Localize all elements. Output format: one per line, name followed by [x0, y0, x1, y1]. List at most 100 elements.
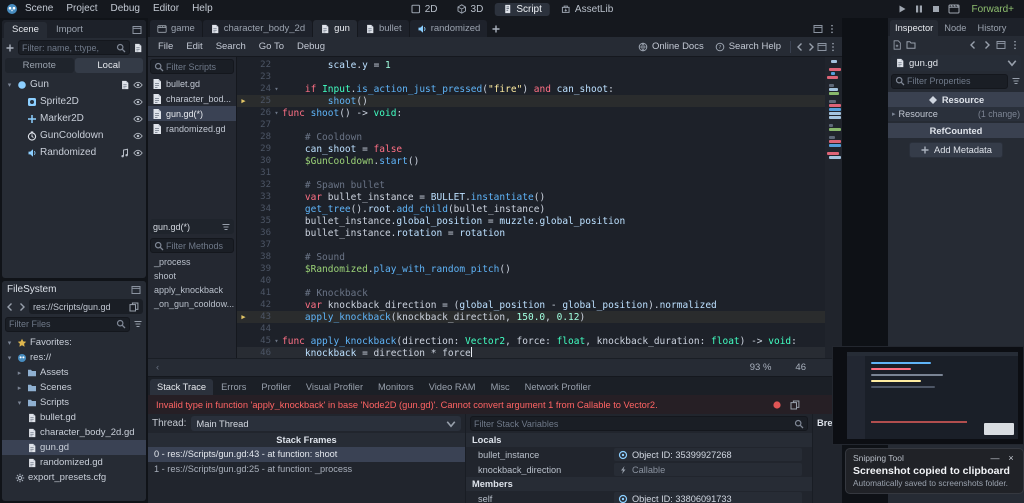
visibility-icon[interactable] — [133, 97, 143, 107]
workspace-assetlib-button[interactable]: AssetLib — [553, 3, 621, 16]
code-line[interactable]: 34 get_tree().root.add_child(bullet_inst… — [237, 203, 825, 215]
code-line[interactable]: 23 — [237, 71, 825, 83]
fs-item-scenes[interactable]: ▸ Scenes — [2, 380, 146, 395]
code-text[interactable]: apply_knockback(knockback_direction, 150… — [282, 312, 825, 323]
scene-tab-gun[interactable]: gun — [313, 20, 357, 37]
files-filter-field[interactable] — [9, 319, 114, 329]
copy-error-icon[interactable] — [790, 400, 800, 410]
menu-scene[interactable]: Scene — [19, 0, 59, 18]
code-line[interactable]: 27 — [237, 119, 825, 131]
fs-item-export-presets[interactable]: export_presets.cfg — [2, 470, 146, 485]
history-forward-icon[interactable] — [17, 302, 27, 312]
code-line[interactable]: 42 var knockback_direction = (global_pos… — [237, 299, 825, 311]
scene-tab-bullet[interactable]: bullet — [358, 20, 409, 37]
code-line[interactable]: 24▾ if Input.is_action_just_pressed("fir… — [237, 83, 825, 95]
code-lines[interactable]: 22 scale.y = 12324▾ if Input.is_action_j… — [237, 57, 825, 358]
code-line[interactable]: ▶25 shoot() — [237, 95, 825, 107]
tab-inspector[interactable]: Inspector — [890, 20, 938, 36]
stop-icon[interactable] — [931, 4, 941, 14]
tab-node[interactable]: Node — [939, 20, 971, 36]
variable-value[interactable]: Object ID: 35399927268 — [614, 448, 802, 461]
sort-files-icon[interactable] — [133, 319, 143, 329]
workspace-2d-button[interactable]: 2D — [403, 3, 446, 16]
movie-maker-icon[interactable] — [948, 3, 960, 15]
add-metadata-button[interactable]: Add Metadata — [909, 142, 1003, 158]
visibility-icon[interactable] — [133, 114, 143, 124]
play-icon[interactable] — [897, 4, 907, 14]
variable-value[interactable]: Callable — [614, 463, 802, 476]
collapse-caret[interactable]: ▾ — [15, 399, 24, 407]
collapse-caret[interactable]: ▾ — [5, 354, 14, 362]
filter-scripts-field[interactable] — [166, 62, 230, 72]
code-line[interactable]: 29 can_shoot = false — [237, 143, 825, 155]
tab-errors[interactable]: Errors — [214, 379, 253, 395]
tab-scene[interactable]: Scene — [4, 22, 47, 38]
files-filter-input[interactable] — [5, 317, 130, 332]
dock-options-icon[interactable] — [131, 285, 141, 295]
collapse-caret[interactable]: ▾ — [5, 339, 14, 347]
code-text[interactable]: # Sound — [282, 252, 825, 263]
script-forward-icon[interactable] — [806, 42, 816, 52]
local-button[interactable]: Local — [75, 58, 144, 73]
method-item[interactable]: apply_knockback — [148, 283, 236, 297]
scene-node-sprite2d[interactable]: Sprite2D — [2, 93, 146, 110]
thread-dropdown[interactable]: Main Thread — [191, 416, 461, 431]
code-line[interactable]: 40 — [237, 275, 825, 287]
code-text[interactable]: can_shoot = false — [282, 144, 825, 155]
fs-item-scripts[interactable]: ▾ Scripts — [2, 395, 146, 410]
script-back-icon[interactable] — [795, 42, 805, 52]
variable-value[interactable]: Object ID: 33806091733 — [614, 492, 802, 503]
scene-tab-game[interactable]: game — [150, 20, 202, 37]
tab-list-icon[interactable] — [827, 24, 837, 34]
code-line[interactable]: 44 — [237, 323, 825, 335]
search-help-button[interactable]: ?Search Help — [710, 41, 786, 52]
h-scrollbar[interactable]: ‹ — [154, 362, 159, 373]
break-indicator-icon[interactable] — [772, 400, 782, 410]
members-section-header[interactable]: Members — [466, 477, 812, 491]
history-back-icon[interactable] — [968, 40, 978, 50]
workspace-script-button[interactable]: Script — [494, 3, 550, 16]
visibility-icon[interactable] — [133, 131, 143, 141]
variable-row[interactable]: self Object ID: 33806091733 — [466, 491, 812, 503]
code-minimap[interactable] — [825, 57, 842, 358]
script-icon[interactable] — [120, 80, 130, 90]
zoom-level[interactable]: 93 % — [750, 362, 772, 373]
copy-path-icon[interactable] — [129, 302, 139, 312]
pause-icon[interactable] — [914, 4, 924, 14]
workspace-3d-button[interactable]: 3D — [449, 3, 492, 16]
fs-item-res[interactable]: ▾ res:// — [2, 350, 146, 365]
fold-caret-icon[interactable]: ▾ — [271, 85, 282, 93]
menu-edit[interactable]: Edit — [180, 41, 208, 52]
tab-video-ram[interactable]: Video RAM — [422, 379, 483, 395]
filter-stack-variables-field[interactable] — [474, 419, 792, 429]
tab-stack-trace[interactable]: Stack Trace — [150, 379, 213, 395]
code-text[interactable]: # Spawn bullet — [282, 180, 825, 191]
toast-minimize-button[interactable]: — — [990, 453, 1000, 463]
code-text[interactable]: if Input.is_action_just_pressed("fire") … — [282, 84, 825, 95]
script-item-bullet[interactable]: bullet.gd — [148, 76, 236, 91]
collapse-caret[interactable]: ▸ — [15, 384, 24, 392]
music-icon[interactable] — [120, 148, 130, 158]
code-editor[interactable]: 22 scale.y = 12324▾ if Input.is_action_j… — [237, 57, 842, 358]
code-line[interactable]: 46 knockback = direction * force — [237, 347, 825, 358]
code-text[interactable]: # Cooldown — [282, 132, 825, 143]
script-item-randomized[interactable]: randomized.gd — [148, 121, 236, 136]
dock-options-icon[interactable] — [132, 25, 142, 35]
code-line[interactable]: 37 — [237, 239, 825, 251]
code-line[interactable]: 41 # Knockback — [237, 287, 825, 299]
tab-visual-profiler[interactable]: Visual Profiler — [299, 379, 370, 395]
toast-close-button[interactable]: × — [1006, 453, 1016, 463]
filter-methods-field[interactable] — [166, 241, 230, 251]
fs-item-assets[interactable]: ▸ Assets — [2, 365, 146, 380]
variable-row[interactable]: bullet_instance Object ID: 35399927268 — [466, 447, 812, 462]
code-line[interactable]: 28 # Cooldown — [237, 131, 825, 143]
code-text[interactable]: func shoot() -> void: — [282, 108, 825, 119]
tab-history[interactable]: History — [972, 20, 1011, 36]
code-text[interactable]: get_tree().root.add_child(bullet_instanc… — [282, 204, 825, 215]
stack-frame-1[interactable]: 1 - res://Scripts/gun.gd:25 - at functio… — [148, 462, 465, 477]
filter-scripts-input[interactable] — [150, 59, 234, 74]
debugger-error-row[interactable]: Invalid type in function 'apply_knockbac… — [148, 395, 842, 414]
scene-tab-character-body-2d[interactable]: character_body_2d — [203, 20, 312, 37]
code-line[interactable]: 30 $GunCooldown.start() — [237, 155, 825, 167]
filter-properties-input[interactable] — [891, 74, 1008, 89]
